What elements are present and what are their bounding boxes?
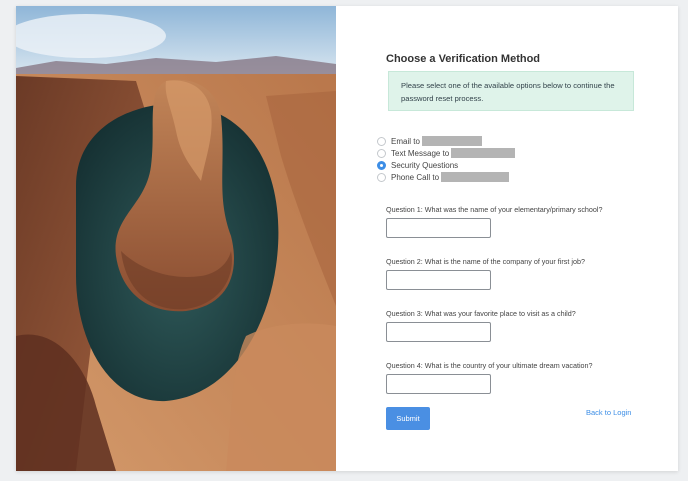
question-4-label: Question 4: What is the country of your … — [386, 361, 593, 370]
redacted-value — [451, 148, 516, 158]
method-phone-label: Phone Call to — [391, 172, 440, 182]
method-email-label: Email to — [391, 136, 420, 146]
method-questions-label: Security Questions — [391, 160, 459, 170]
radio-button[interactable] — [377, 136, 386, 146]
method-email-option[interactable]: Email to — [377, 135, 482, 147]
method-text-label: Text Message to — [391, 148, 450, 158]
method-text-option[interactable]: Text Message to — [377, 147, 516, 159]
question-2-label: Question 2: What is the name of the comp… — [386, 257, 585, 266]
back-to-login-link[interactable]: Back to Login — [586, 408, 631, 417]
submit-button[interactable]: Submit — [386, 407, 430, 430]
redacted-value — [421, 136, 482, 146]
radio-button[interactable] — [377, 172, 386, 182]
question-2-input[interactable] — [386, 270, 491, 290]
verification-title: Choose a Verification Method — [386, 53, 541, 65]
password-reset-card: Choose a Verification Method Please sele… — [16, 6, 678, 471]
method-phone-option[interactable]: Phone Call to — [377, 171, 510, 183]
radio-button[interactable] — [377, 148, 386, 158]
question-4-input[interactable] — [386, 374, 491, 394]
canyon-photo — [16, 6, 336, 471]
question-3-label: Question 3: What was your favorite place… — [386, 309, 576, 318]
radio-button-selected[interactable] — [377, 160, 386, 170]
info-message: Please select one of the available optio… — [388, 71, 634, 111]
question-1-label: Question 1: What was the name of your el… — [386, 205, 603, 214]
question-1-input[interactable] — [386, 218, 491, 238]
method-questions-option[interactable]: Security Questions — [377, 159, 458, 171]
verification-panel: Choose a Verification Method Please sele… — [336, 6, 678, 471]
redacted-value — [441, 172, 510, 182]
question-3-input[interactable] — [386, 322, 491, 342]
